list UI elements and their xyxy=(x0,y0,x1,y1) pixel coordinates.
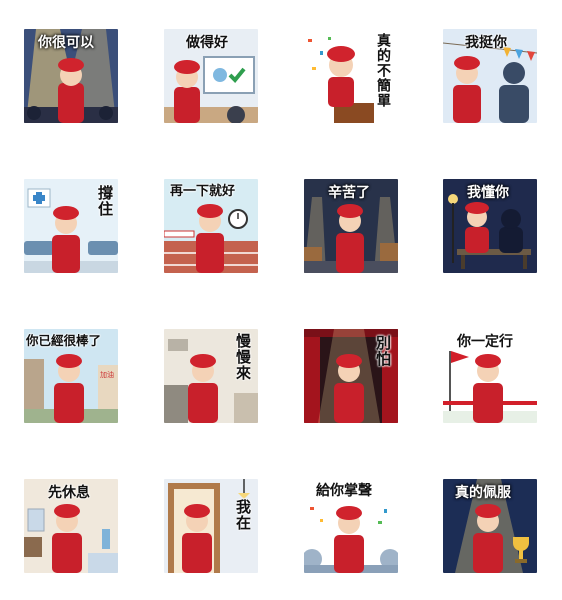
sticker-tile[interactable]: 加油 你已經很棒了 xyxy=(24,329,118,423)
sticker-tile[interactable]: 我在 xyxy=(164,479,258,573)
presenter-figure xyxy=(188,354,218,423)
presenter-figure xyxy=(54,354,84,423)
sticker-caption: 辛苦了 xyxy=(328,185,370,201)
sticker-caption: 你很可以 xyxy=(38,35,94,51)
sticker-caption: 真的不簡單 xyxy=(375,33,391,108)
sticker-tile[interactable]: 辛苦了 xyxy=(304,179,398,273)
sticker-caption: 做得好 xyxy=(186,35,228,51)
sticker-caption: 你一定行 xyxy=(457,334,513,350)
presenter-figure xyxy=(465,202,489,253)
presenter-figure xyxy=(196,204,224,273)
presenter-figure xyxy=(473,504,503,573)
sticker-grid: 你很可以 做得好 真的不簡單 我挺你 撐住 再一下就好 辛苦了 我懂你 加油 你… xyxy=(0,0,562,600)
presenter-figure xyxy=(52,206,80,273)
sticker-tile[interactable]: 真的不簡單 xyxy=(304,29,398,123)
sticker-caption: 你已經很棒了 xyxy=(26,333,102,348)
sticker-tile[interactable]: 你很可以 xyxy=(24,29,118,123)
sticker-tile[interactable]: 別怕 xyxy=(304,329,398,423)
sticker-caption: 我挺你 xyxy=(465,35,507,51)
sticker-tile[interactable]: 你一定行 xyxy=(443,329,537,423)
presenter-figure xyxy=(182,504,212,573)
sticker-caption: 先休息 xyxy=(48,485,90,501)
svg-text:加油: 加油 xyxy=(100,370,114,379)
sticker-caption: 給你掌聲 xyxy=(316,483,372,499)
presenter-figure xyxy=(58,58,84,123)
presenter-figure xyxy=(174,60,200,123)
presenter-figure xyxy=(336,204,364,273)
sticker-caption: 撐住 xyxy=(96,185,114,217)
sticker-caption: 真的佩服 xyxy=(455,485,511,501)
presenter-figure xyxy=(52,504,82,573)
presenter-figure xyxy=(453,56,481,123)
presenter-figure xyxy=(334,354,364,423)
sticker-caption: 我在 xyxy=(234,499,252,531)
sticker-tile[interactable]: 撐住 xyxy=(24,179,118,273)
presenter-figure xyxy=(334,506,364,573)
sticker-tile[interactable]: 真的佩服 xyxy=(443,479,537,573)
sticker-tile[interactable]: 再一下就好 xyxy=(164,179,258,273)
sticker-tile[interactable]: 先休息 xyxy=(24,479,118,573)
sticker-tile[interactable]: 我挺你 xyxy=(443,29,537,123)
sticker-tile[interactable]: 給你掌聲 xyxy=(304,479,398,573)
presenter-figure xyxy=(473,354,503,423)
sticker-tile[interactable]: 我懂你 xyxy=(443,179,537,273)
sticker-caption: 別怕 xyxy=(374,335,392,367)
sticker-tile[interactable]: 做得好 xyxy=(164,29,258,123)
sticker-caption: 再一下就好 xyxy=(170,184,236,199)
sticker-caption: 慢慢來 xyxy=(234,333,252,381)
sticker-tile[interactable]: 慢慢來 xyxy=(164,329,258,423)
sticker-caption: 我懂你 xyxy=(467,185,509,201)
